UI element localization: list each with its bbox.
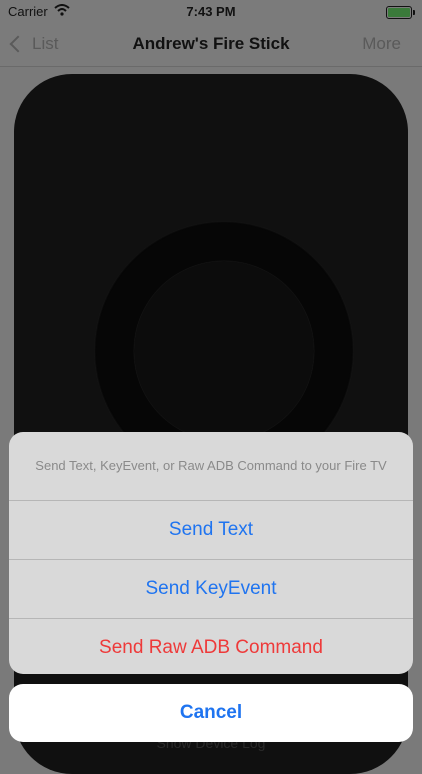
page-title: Andrew's Fire Stick <box>132 34 290 53</box>
select-button[interactable] <box>134 261 314 441</box>
send-keyevent-button[interactable]: Send KeyEvent <box>9 560 413 619</box>
navigation-bar: List Andrew's Fire Stick More <box>0 24 422 67</box>
battery-fill <box>388 8 410 17</box>
more-button[interactable]: More <box>362 34 401 54</box>
battery-cap <box>413 10 415 15</box>
cancel-button[interactable]: Cancel <box>9 684 413 742</box>
status-time: 7:43 PM <box>186 4 236 19</box>
action-sheet: Send Text, KeyEvent, or Raw ADB Command … <box>9 432 413 674</box>
send-text-button[interactable]: Send Text <box>9 501 413 560</box>
send-raw-adb-command-button[interactable]: Send Raw ADB Command <box>9 619 413 674</box>
status-bar: Carrier 7:43 PM <box>0 0 422 24</box>
battery-icon <box>386 6 415 19</box>
action-sheet-message: Send Text, KeyEvent, or Raw ADB Command … <box>9 432 413 501</box>
